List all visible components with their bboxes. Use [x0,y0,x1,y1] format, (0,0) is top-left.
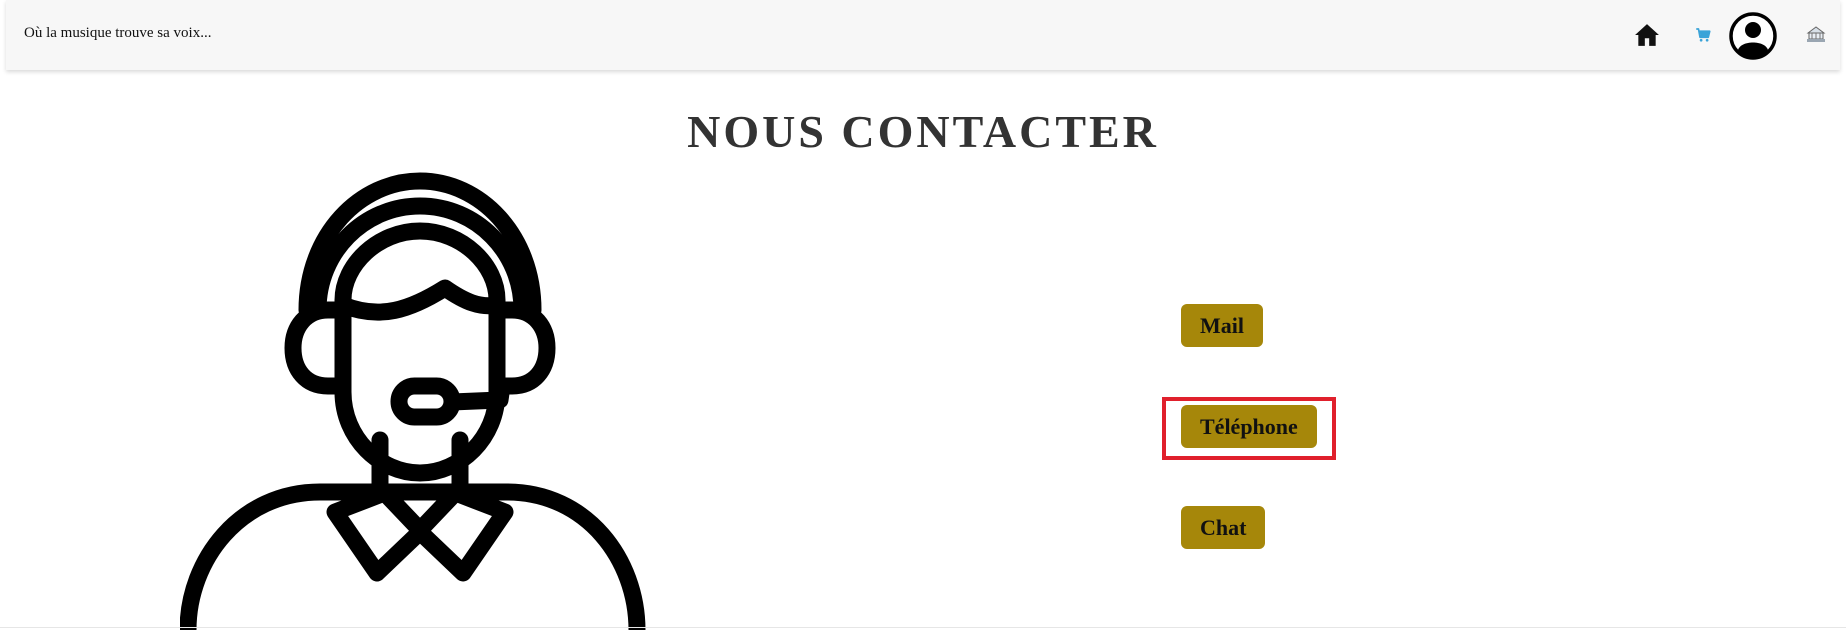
home-icon[interactable] [1634,22,1660,48]
user-account-icon[interactable] [1728,11,1778,61]
chat-button[interactable]: Chat [1181,506,1266,549]
cart-icon[interactable] [1694,26,1712,44]
admin-icon[interactable] [1806,25,1826,43]
mail-button[interactable]: Mail [1181,304,1263,347]
site-tagline: Où la musique trouve sa voix... [24,25,212,41]
telephone-highlight-box [1162,397,1336,460]
support-agent-illustration [179,170,680,635]
page-title: NOUS CONTACTER [687,106,1159,157]
top-navbar: Où la musique trouve sa voix... [6,0,1840,70]
divider [0,627,1846,628]
